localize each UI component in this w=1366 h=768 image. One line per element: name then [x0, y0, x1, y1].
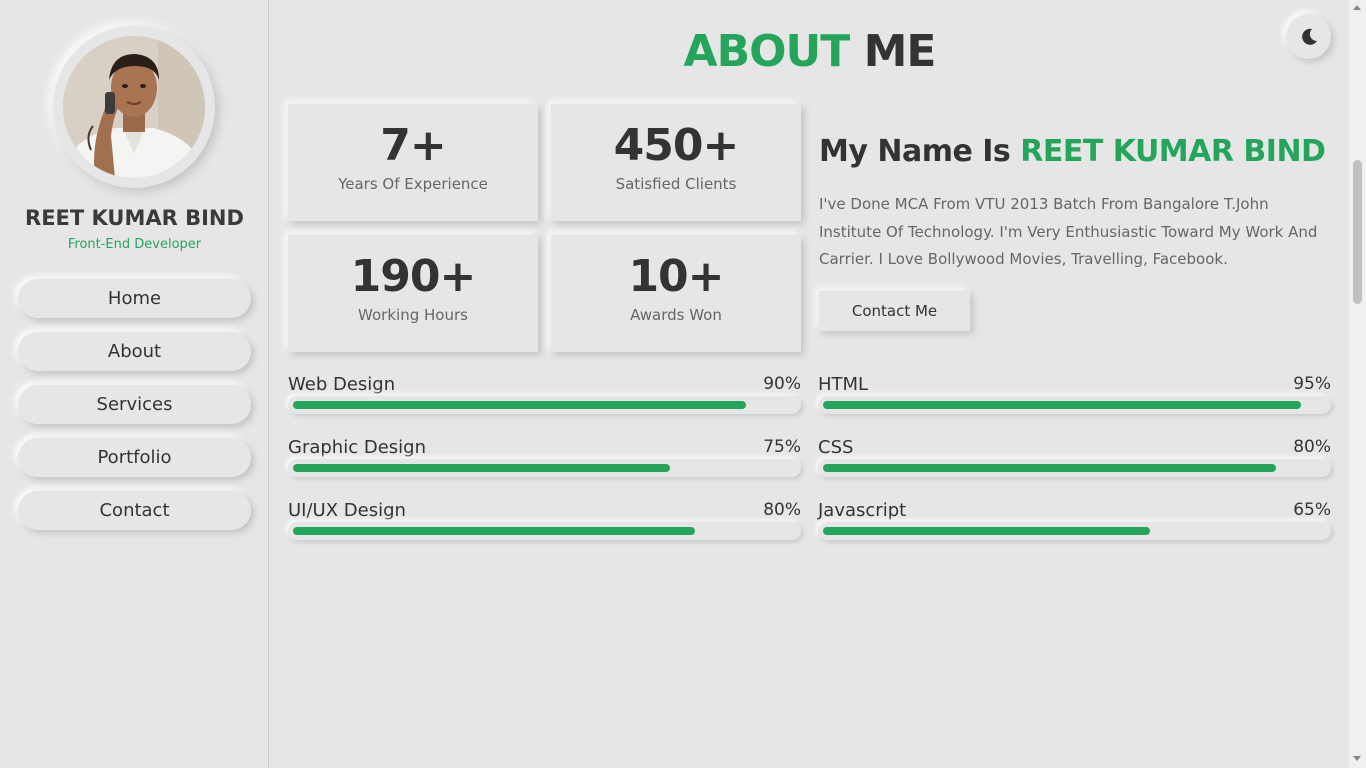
page-title: ABOUT ME: [270, 26, 1349, 77]
stat-card-awards: 10+ Awards Won: [551, 235, 801, 352]
intro-title-name: REET KUMAR BIND: [1020, 134, 1326, 169]
skill-css: CSS 80%: [818, 437, 1331, 497]
skill-percent: 80%: [763, 500, 801, 520]
skill-web-design: Web Design 90%: [288, 374, 801, 434]
avatar-frame: [53, 26, 215, 188]
skill-progress-bar: [293, 527, 695, 535]
contact-me-button[interactable]: Contact Me: [819, 291, 970, 331]
scrollbar-thumb[interactable]: [1353, 160, 1362, 304]
nav-item-services[interactable]: Services: [18, 385, 251, 424]
skill-html: HTML 95%: [818, 374, 1331, 434]
skill-percent: 75%: [763, 437, 801, 457]
skill-progress-bar: [823, 527, 1150, 535]
scroll-down-arrow-icon[interactable]: [1353, 756, 1361, 761]
profile-role: Front-End Developer: [67, 237, 202, 252]
skill-name: HTML: [818, 374, 869, 395]
skill-progress-bar: [293, 464, 670, 472]
page-title-rest: ME: [863, 26, 937, 77]
skill-name: CSS: [818, 437, 854, 458]
skill-name: Graphic Design: [288, 437, 426, 458]
intro-title-prefix: My Name Is: [819, 134, 1011, 169]
skill-track: [818, 522, 1331, 540]
nav-item-about[interactable]: About: [18, 332, 251, 371]
scroll-up-arrow-icon[interactable]: [1353, 5, 1361, 10]
skill-track: [288, 459, 801, 477]
skill-percent: 80%: [1293, 437, 1331, 457]
skill-javascript: Javascript 65%: [818, 500, 1331, 560]
stat-label: Awards Won: [630, 306, 722, 324]
sidebar: REET KUMAR BIND Front-End Developer Home…: [0, 0, 269, 768]
stat-label: Working Hours: [358, 306, 468, 324]
stat-label: Satisfied Clients: [615, 175, 737, 193]
skill-uiux-design: UI/UX Design 80%: [288, 500, 801, 560]
nav-item-portfolio[interactable]: Portfolio: [18, 438, 251, 477]
profile-name: REET KUMAR BIND: [25, 206, 244, 230]
skill-track: [818, 396, 1331, 414]
intro-text: I've Done MCA From VTU 2013 Batch From B…: [819, 195, 1318, 268]
page-scrollbar[interactable]: [1349, 0, 1366, 768]
skill-name: UI/UX Design: [288, 500, 406, 521]
stat-value: 10+: [628, 251, 724, 302]
skill-progress-bar: [823, 401, 1301, 409]
sidebar-nav: Home About Services Portfolio Contact: [18, 279, 251, 544]
nav-item-contact[interactable]: Contact: [18, 491, 251, 530]
stat-value: 7+: [380, 120, 446, 171]
stat-card-experience: 7+ Years Of Experience: [288, 104, 538, 221]
skill-percent: 65%: [1293, 500, 1331, 520]
avatar: [63, 36, 205, 178]
skill-graphic-design: Graphic Design 75%: [288, 437, 801, 497]
page-title-highlight: ABOUT: [683, 26, 851, 77]
stat-label: Years Of Experience: [338, 175, 488, 193]
skill-track: [288, 522, 801, 540]
skill-progress-bar: [823, 464, 1276, 472]
stat-card-hours: 190+ Working Hours: [288, 235, 538, 352]
skill-name: Javascript: [818, 500, 907, 521]
skill-percent: 90%: [763, 374, 801, 394]
nav-item-home[interactable]: Home: [18, 279, 251, 318]
stat-card-clients: 450+ Satisfied Clients: [551, 104, 801, 221]
avatar-photo: [63, 36, 205, 178]
intro-title: My Name Is REET KUMAR BIND: [819, 134, 1326, 169]
skill-percent: 95%: [1293, 374, 1331, 394]
skill-track: [288, 396, 801, 414]
stat-value: 190+: [350, 251, 477, 302]
stat-value: 450+: [613, 120, 740, 171]
skill-name: Web Design: [288, 374, 396, 395]
skill-track: [818, 459, 1331, 477]
skill-progress-bar: [293, 401, 746, 409]
